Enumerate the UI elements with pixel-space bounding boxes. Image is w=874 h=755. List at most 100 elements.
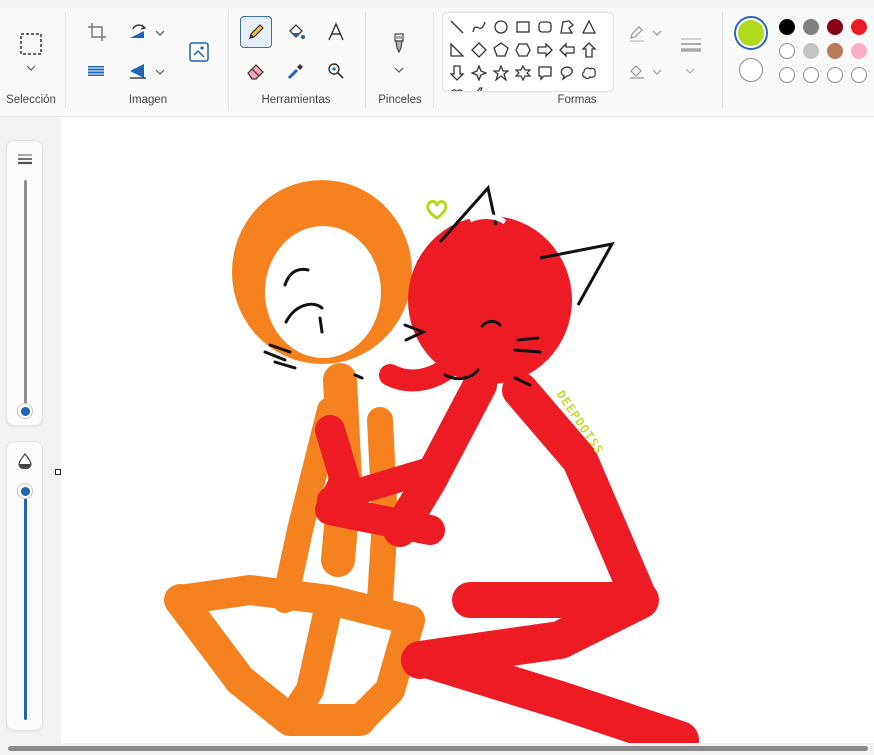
shape-fill-button[interactable] — [621, 56, 653, 88]
opacity-slider-track[interactable] — [24, 498, 27, 720]
triangle-shape-icon[interactable] — [579, 17, 599, 37]
four-point-star-shape-icon[interactable] — [469, 63, 489, 83]
text-tool-button[interactable] — [320, 16, 352, 48]
rounded-rectangle-shape-icon[interactable] — [535, 17, 555, 37]
palette-swatch[interactable] — [827, 19, 843, 35]
chevron-down-icon[interactable] — [26, 63, 36, 73]
ribbon-separator — [365, 12, 366, 108]
five-point-star-shape-icon[interactable] — [491, 63, 511, 83]
stroke-size-panel — [6, 140, 43, 426]
chevron-down-icon[interactable] — [685, 66, 695, 76]
oval-callout-shape-icon[interactable] — [557, 63, 577, 83]
chevron-down-icon[interactable] — [394, 65, 404, 75]
chevron-down-icon[interactable] — [155, 67, 165, 77]
crop-icon — [88, 23, 106, 41]
opacity-drop-icon — [18, 453, 32, 474]
curve-shape-icon[interactable] — [469, 17, 489, 37]
shape-outline-icon — [630, 26, 644, 42]
group-label-image: Imagen — [128, 94, 168, 106]
image-generator-icon — [189, 42, 209, 62]
ribbon-separator — [722, 12, 723, 108]
line-shape-icon[interactable] — [447, 17, 467, 37]
group-label-tools: Herramientas — [261, 94, 331, 106]
canvas-resize-handle[interactable] — [55, 469, 61, 475]
palette-swatch[interactable] — [851, 43, 867, 59]
chevron-down-icon[interactable] — [652, 28, 662, 38]
fill-bucket-button[interactable] — [280, 16, 312, 48]
drawing-artwork: DEEPDOTSS — [164, 180, 699, 743]
chevron-down-icon[interactable] — [652, 67, 662, 77]
group-label-brushes: Pinceles — [378, 94, 422, 106]
palette-swatch[interactable] — [827, 43, 843, 59]
palette-swatch[interactable] — [803, 43, 819, 59]
orange-figure — [164, 180, 425, 736]
palette-swatch[interactable] — [803, 19, 819, 35]
ribbon-separator — [433, 12, 434, 108]
six-point-star-shape-icon[interactable] — [513, 63, 533, 83]
shapes-gallery — [442, 12, 614, 92]
rotate-button[interactable] — [122, 16, 154, 48]
primary-color-swatch — [738, 20, 764, 46]
magnifier-icon — [328, 63, 344, 79]
color-picker-icon — [287, 64, 303, 80]
eraser-icon — [247, 64, 264, 80]
right-arrow-shape-icon[interactable] — [535, 40, 555, 60]
eraser-button[interactable] — [240, 55, 272, 87]
ribbon-separator — [228, 12, 229, 108]
crop-button[interactable] — [81, 16, 113, 48]
resize-icon — [88, 66, 104, 76]
flip-icon — [130, 64, 146, 79]
drawing-canvas[interactable]: DEEPDOTSS — [61, 117, 874, 743]
ribbon-separator — [65, 12, 66, 108]
opacity-panel — [6, 441, 43, 731]
pentagon-shape-icon[interactable] — [491, 40, 511, 60]
heart-shape-icon[interactable] — [447, 85, 467, 91]
ribbon: Selección Imagen Herramientas Pinceles F… — [0, 0, 874, 117]
primary-color-button[interactable] — [734, 16, 768, 50]
oval-shape-icon[interactable] — [491, 17, 511, 37]
group-label-selection: Selección — [6, 94, 56, 106]
stroke-size-slider-thumb[interactable] — [17, 403, 33, 419]
select-rectangle-button[interactable] — [15, 28, 47, 60]
secondary-color-button[interactable] — [739, 58, 763, 82]
lightning-shape-icon[interactable] — [469, 85, 489, 91]
text-icon — [328, 22, 344, 41]
down-arrow-shape-icon[interactable] — [447, 63, 467, 83]
flip-button[interactable] — [122, 55, 154, 87]
pencil-icon — [249, 24, 264, 39]
magnifier-button[interactable] — [320, 55, 352, 87]
stroke-size-icon — [681, 38, 701, 52]
stroke-size-icon — [17, 152, 33, 171]
palette-swatch[interactable] — [779, 67, 795, 83]
up-arrow-shape-icon[interactable] — [579, 40, 599, 60]
cloud-callout-shape-icon[interactable] — [579, 63, 599, 83]
hexagon-shape-icon[interactable] — [513, 40, 533, 60]
chevron-down-icon[interactable] — [155, 28, 165, 38]
ribbon-top-strip — [0, 0, 874, 8]
opacity-slider-thumb[interactable] — [17, 483, 33, 499]
palette-swatch[interactable] — [803, 67, 819, 83]
left-arrow-shape-icon[interactable] — [557, 40, 577, 60]
green-heart-doodle — [426, 199, 448, 220]
color-picker-button[interactable] — [280, 55, 312, 87]
horizontal-scrollbar-thumb[interactable] — [8, 746, 868, 751]
shape-outline-button[interactable] — [621, 18, 653, 50]
palette-swatch[interactable] — [779, 43, 795, 59]
palette-swatch[interactable] — [779, 19, 795, 35]
palette-swatch[interactable] — [851, 19, 867, 35]
resize-button[interactable] — [81, 55, 113, 87]
fill-bucket-icon — [289, 24, 305, 39]
diamond-shape-icon[interactable] — [469, 40, 489, 60]
palette-swatch[interactable] — [827, 67, 843, 83]
right-triangle-shape-icon[interactable] — [447, 40, 467, 60]
brush-button[interactable] — [383, 28, 415, 60]
palette-swatch[interactable] — [851, 67, 867, 83]
stroke-size-button[interactable] — [675, 30, 707, 62]
pencil-tool-button[interactable] — [240, 16, 272, 48]
rectangle-shape-icon[interactable] — [513, 17, 533, 37]
horizontal-scrollbar[interactable] — [0, 743, 874, 755]
polygon-shape-icon[interactable] — [557, 17, 577, 37]
stroke-size-slider-track[interactable] — [24, 180, 27, 412]
rect-callout-shape-icon[interactable] — [535, 63, 555, 83]
image-generator-button[interactable] — [183, 36, 215, 68]
